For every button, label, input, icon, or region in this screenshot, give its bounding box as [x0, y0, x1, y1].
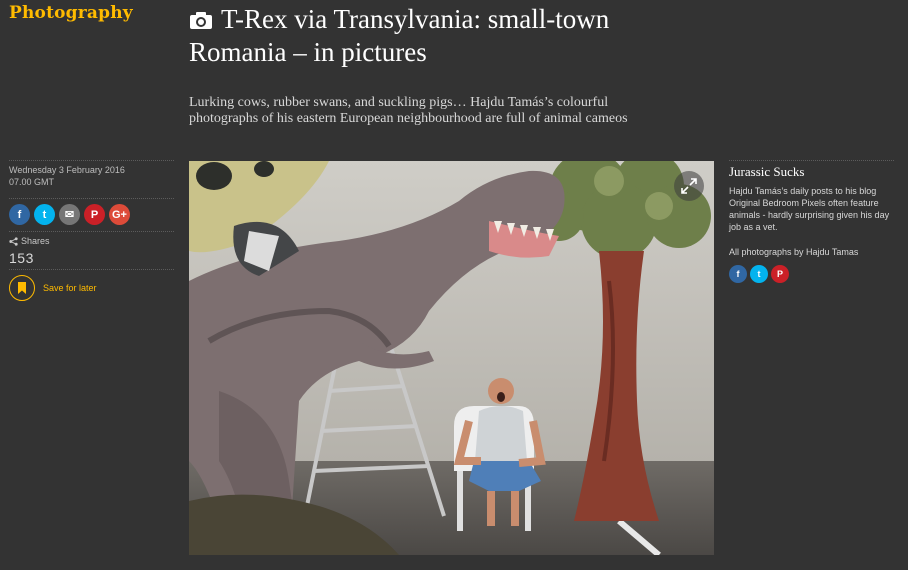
shares-label: Shares [9, 232, 174, 246]
photo-credit: All photographs by Hajdu Tamas [729, 247, 859, 257]
time-text: 07.00 GMT [9, 177, 55, 187]
caption-share-buttons: f t P [729, 257, 894, 283]
caption-text: Hajdu Tamás’s daily posts to his blog Or… [729, 186, 890, 232]
share-email-button[interactable]: ✉ [59, 204, 80, 225]
expand-image-button[interactable] [674, 171, 704, 201]
twitter-icon: t [42, 208, 47, 221]
share-pinterest-button[interactable]: P [84, 204, 105, 225]
caption-share-pinterest-button[interactable]: P [771, 265, 789, 283]
article-meta: Wednesday 3 February 2016 07.00 GMT f t … [9, 160, 174, 301]
headline-text: T-Rex via Transylvania: small-town Roman… [189, 4, 610, 67]
photo-illustration [189, 161, 714, 555]
shares-count: 153 [9, 250, 34, 266]
camera-icon [189, 6, 213, 37]
caption-title: Jurassic Sucks [729, 164, 805, 179]
photo-caption: Jurassic Sucks Hajdu Tamás’s daily posts… [729, 160, 894, 283]
share-icon [9, 236, 18, 246]
share-twitter-button[interactable]: t [34, 204, 55, 225]
page-title: T-Rex via Transylvania: small-town Roman… [189, 4, 709, 68]
expand-icon [681, 178, 697, 194]
email-icon: ✉ [64, 209, 75, 221]
pinterest-icon: P [776, 269, 783, 279]
facebook-icon: f [17, 208, 22, 221]
caption-share-twitter-button[interactable]: t [750, 265, 768, 283]
pinterest-icon: P [90, 208, 99, 221]
publication-date: Wednesday 3 February 2016 07.00 GMT [9, 161, 174, 198]
facebook-icon: f [736, 269, 740, 279]
share-google-plus-button[interactable]: G+ [109, 204, 130, 225]
standfirst: Lurking cows, rubber swans, and suckling… [189, 95, 628, 126]
share-facebook-button[interactable]: f [9, 204, 30, 225]
save-for-later-label: Save for later [43, 283, 97, 293]
google-plus-icon: G+ [112, 208, 127, 221]
article-photo[interactable] [189, 161, 714, 555]
section-title[interactable]: Photography [9, 3, 133, 23]
twitter-icon: t [757, 269, 761, 279]
save-for-later-button[interactable]: Save for later [9, 270, 174, 301]
shares-label-text: Shares [21, 236, 50, 246]
caption-share-facebook-button[interactable]: f [729, 265, 747, 283]
bookmark-icon [9, 275, 35, 301]
share-buttons: f t ✉ P G+ [9, 199, 174, 231]
date-text: Wednesday 3 February 2016 [9, 165, 125, 175]
